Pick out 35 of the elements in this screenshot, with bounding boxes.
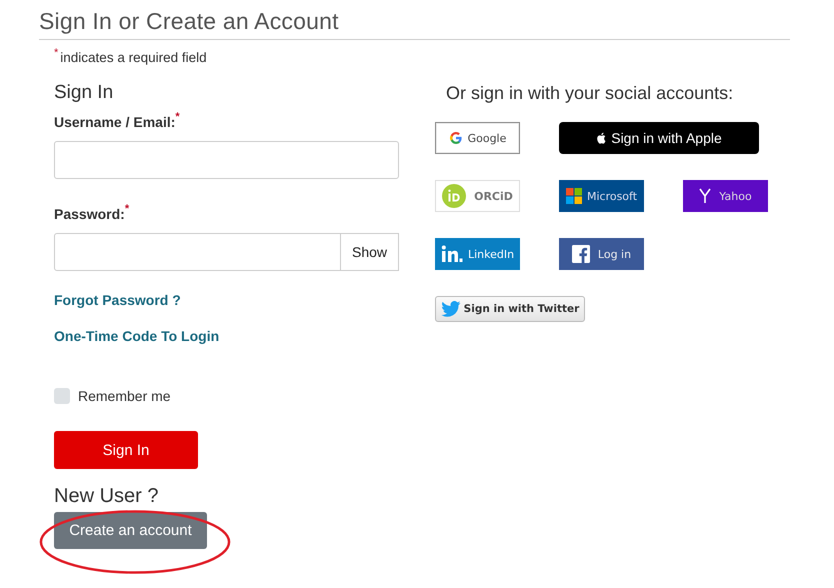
apple-logo-icon (596, 132, 606, 144)
social-login-button[interactable]: LinkedIn (435, 238, 520, 270)
id-circle-icon (442, 184, 466, 208)
social-login-button[interactable]: Microsoft (559, 180, 644, 212)
link[interactable]: One-Time Code To Login (54, 328, 220, 344)
section-heading: New User ? (54, 484, 158, 508)
required-note: indicates a required field (60, 50, 207, 65)
section-heading: Or sign in with your social accounts: (446, 83, 734, 104)
sign-in-button[interactable]: Sign In (54, 431, 198, 469)
required-mark: * (124, 204, 130, 215)
field-label: Password: (54, 206, 125, 222)
show-button[interactable]: Show (341, 233, 399, 271)
four-squares-icon (566, 188, 582, 204)
in-letters-icon (440, 245, 463, 263)
social-login-button[interactable]: Sign in with Twitter (435, 296, 585, 322)
y-letter-icon (699, 188, 712, 204)
g-logo-icon (448, 131, 463, 145)
social-login-button[interactable]: ORCiD (435, 180, 520, 212)
create-account-button[interactable]: Create an account (54, 512, 207, 549)
required-mark: * (175, 112, 180, 123)
link[interactable]: Forgot Password ? (54, 292, 181, 308)
social-login-button[interactable]: Log in (559, 238, 644, 270)
username-field[interactable] (54, 141, 399, 179)
password-field[interactable] (54, 233, 341, 271)
social-login-button[interactable]: Yahoo (683, 180, 768, 212)
field-label: Username / Email: (54, 114, 176, 130)
f-logo-icon (572, 245, 590, 263)
section-heading: Sign In (54, 82, 114, 104)
checkbox-label: Remember me (78, 388, 171, 404)
bird-icon (440, 301, 461, 317)
page-title: Sign In or Create an Account (39, 8, 790, 40)
social-login-button[interactable]: Sign in with Apple (559, 122, 759, 154)
checkbox[interactable] (54, 388, 70, 404)
social-login-button[interactable]: Google (435, 122, 520, 154)
required-mark: * (54, 48, 58, 59)
